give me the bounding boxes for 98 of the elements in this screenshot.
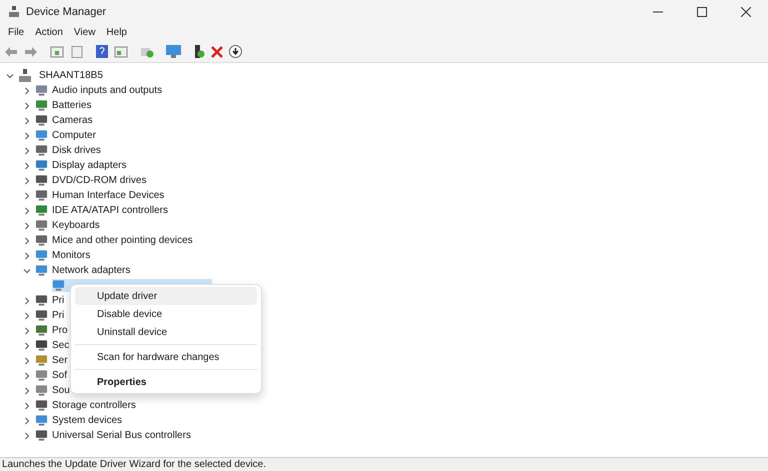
tree-item[interactable]: Keyboards [52,218,100,233]
scan-icon[interactable] [140,46,154,58]
back-arrow-icon[interactable] [4,46,18,58]
device-icon [35,159,48,172]
chevron-right-icon[interactable] [23,206,31,214]
tree-item[interactable]: IDE ATA/ATAPI controllers [52,203,168,218]
window-pane-icon[interactable] [114,46,128,58]
tree-item[interactable]: Sec [52,338,70,353]
chevron-right-icon[interactable] [23,222,31,230]
chevron-right-icon[interactable] [23,162,31,170]
tree-item[interactable]: Display adapters [52,158,126,173]
computer-icon [19,69,31,82]
menu-item[interactable]: Action [30,25,68,40]
device-icon [35,264,48,277]
device-icon [35,309,48,322]
chevron-right-icon[interactable] [23,236,31,244]
chevron-down-icon[interactable] [23,266,31,274]
device-icon [35,144,48,157]
device-icon [35,429,48,442]
remove-icon[interactable] [211,46,223,58]
chevron-right-icon[interactable] [23,356,31,364]
tree-item[interactable]: Sou [52,383,70,398]
window-title: Device Manager [26,4,106,20]
menu-item[interactable]: Help [101,25,132,40]
forward-arrow-icon[interactable] [24,46,38,58]
tree-item[interactable]: Mice and other pointing devices [52,233,193,248]
device-icon [35,339,48,352]
tree-item[interactable]: Pri [52,293,64,308]
chevron-right-icon[interactable] [23,326,31,334]
tree-item[interactable]: System devices [52,413,122,428]
chevron-right-icon[interactable] [23,116,31,124]
menu-option[interactable]: Uninstall device [75,323,257,341]
chevron-right-icon[interactable] [23,176,31,184]
device-icon [35,234,48,247]
chevron-right-icon[interactable] [23,416,31,424]
properties-icon[interactable] [70,46,84,58]
device-icon [35,99,48,112]
chevron-right-icon[interactable] [23,132,31,140]
app-icon [8,6,20,18]
tree-item[interactable]: Network adapters [52,263,130,278]
window-pane-icon[interactable] [50,46,64,58]
device-icon [35,114,48,127]
device-icon [35,414,48,427]
device-icon [35,204,48,217]
tree-item[interactable]: Batteries [52,98,92,113]
tree-item[interactable]: Universal Serial Bus controllers [52,428,191,443]
tree-item[interactable]: Computer [52,128,96,143]
help-icon[interactable] [96,45,108,58]
chevron-right-icon[interactable] [23,386,31,394]
tree-item[interactable]: Audio inputs and outputs [52,83,162,98]
chevron-right-icon[interactable] [23,432,31,440]
device-icon [35,354,48,367]
maximize-icon [697,7,707,17]
chevron-right-icon[interactable] [23,372,31,380]
chevron-right-icon[interactable] [23,252,31,260]
chevron-right-icon[interactable] [23,146,31,154]
device-icon [35,399,48,412]
chevron-right-icon[interactable] [23,296,31,304]
device-icon [35,84,48,97]
tree-item[interactable]: Pro [52,323,68,338]
chevron-right-icon[interactable] [23,342,31,350]
device-icon [35,174,48,187]
tree-item[interactable]: Monitors [52,248,90,263]
tree-item[interactable]: Human Interface Devices [52,188,164,203]
menu-item[interactable]: View [68,25,100,40]
menu-option[interactable]: Update driver [75,287,257,305]
tree-root[interactable]: SHAANT18B5 [39,68,103,83]
chevron-right-icon[interactable] [23,192,31,200]
tree-item[interactable]: Ser [52,353,68,368]
device-icon [35,369,48,382]
device-icon [35,294,48,307]
device-icon [35,324,48,337]
device-icon [35,129,48,142]
device-icon [52,279,65,292]
device-icon [35,219,48,232]
chevron-down-icon[interactable] [6,72,14,80]
device-icon [35,189,48,202]
chevron-right-icon[interactable] [23,102,31,110]
tree-item[interactable]: Pri [52,308,64,323]
menu-option[interactable]: Properties [75,373,257,391]
device-icon [35,249,48,262]
close-icon [741,7,751,17]
menu-option[interactable]: Scan for hardware changes [75,348,257,366]
tree-item[interactable]: Sof [52,368,68,383]
monitor-icon[interactable] [166,45,181,58]
tree-item[interactable]: Disk drives [52,143,101,158]
chevron-right-icon[interactable] [23,86,31,94]
tree-item[interactable]: Cameras [52,113,93,128]
download-icon[interactable] [229,45,242,58]
chevron-right-icon[interactable] [23,312,31,320]
status-text: Launches the Update Driver Wizard for the selected device. [2,458,266,471]
chevron-right-icon[interactable] [23,402,31,410]
tree-item[interactable]: DVD/CD-ROM drives [52,173,146,188]
tree-item[interactable]: Storage controllers [52,398,136,413]
device-icon [35,384,48,397]
menu-item[interactable]: File [3,25,30,40]
add-device-icon[interactable] [193,45,205,58]
menu-option[interactable]: Disable device [75,305,257,323]
